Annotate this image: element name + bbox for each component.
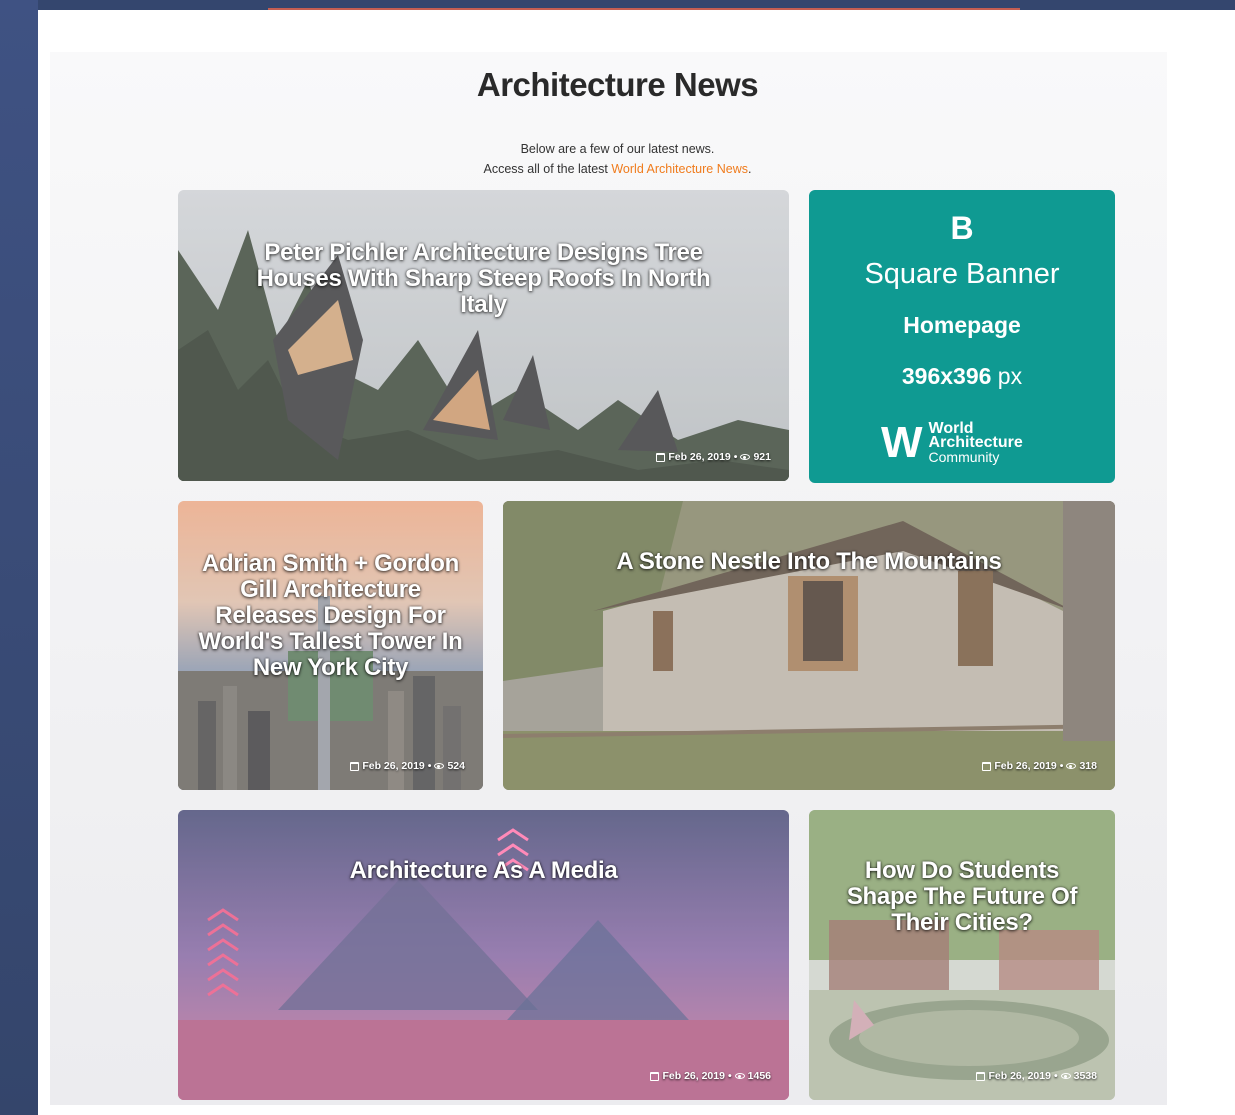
article-views: 1456 xyxy=(747,1070,771,1082)
article-meta: Feb 26, 2019 • 318 xyxy=(982,760,1097,772)
image-overlay xyxy=(503,501,1115,790)
image-overlay xyxy=(809,810,1115,1100)
article-date: Feb 26, 2019 xyxy=(362,760,425,772)
banner-size-unit: px xyxy=(991,363,1023,389)
article-title[interactable]: A Stone Nestle Into The Mountains xyxy=(521,549,1097,575)
article-meta: Feb 26, 2019 • 921 xyxy=(656,451,771,463)
world-architecture-news-link[interactable]: World Architecture News xyxy=(611,162,748,176)
article-date: Feb 26, 2019 xyxy=(668,451,731,463)
banner-title: Square Banner xyxy=(864,258,1060,290)
meta-separator: • xyxy=(427,760,432,772)
news-card-stone-nestle[interactable]: A Stone Nestle Into The Mountains Feb 26… xyxy=(503,501,1115,790)
image-overlay xyxy=(178,810,789,1100)
calendar-icon xyxy=(350,761,360,771)
article-meta: Feb 26, 2019 • 1456 xyxy=(650,1070,771,1082)
wac-mark: W xyxy=(881,418,922,467)
article-views: 3538 xyxy=(1073,1070,1097,1082)
article-views: 524 xyxy=(447,760,465,772)
eye-icon xyxy=(1066,763,1077,769)
meta-separator: • xyxy=(1053,1070,1058,1082)
banner-size: 396x396 px xyxy=(809,363,1115,390)
meta-separator: • xyxy=(1059,760,1064,772)
eye-icon xyxy=(434,763,445,769)
banner-page: Homepage xyxy=(903,312,1021,338)
calendar-icon xyxy=(650,1071,660,1081)
banner-size-value: 396x396 xyxy=(901,363,992,389)
eye-icon xyxy=(734,1073,745,1079)
article-title[interactable]: Architecture As A Media xyxy=(196,858,771,884)
article-date: Feb 26, 2019 xyxy=(988,1070,1051,1082)
wac-line-3: Community xyxy=(928,449,1000,465)
meta-separator: • xyxy=(733,451,738,463)
intro-suffix: . xyxy=(747,162,752,176)
article-meta: Feb 26, 2019 • 3538 xyxy=(976,1070,1097,1082)
section-title: Architecture News xyxy=(476,66,759,103)
eye-icon xyxy=(1060,1073,1071,1079)
meta-separator: • xyxy=(727,1070,732,1082)
news-card-students-cities[interactable]: How Do Students Shape The Future Of Thei… xyxy=(809,810,1115,1100)
calendar-icon xyxy=(976,1071,986,1081)
article-title[interactable]: How Do Students Shape The Future Of Thei… xyxy=(833,858,1091,936)
article-title[interactable]: Peter Pichler Architecture Designs Tree … xyxy=(233,240,734,318)
article-views: 921 xyxy=(753,451,771,463)
calendar-icon xyxy=(656,452,666,462)
news-card-architecture-media[interactable]: Architecture As A Media Feb 26, 2019 • 1… xyxy=(178,810,789,1100)
wac-wordmark: World Architecture Community xyxy=(928,421,1023,465)
world-architecture-community-logo: W World Architecture Community xyxy=(881,418,1023,467)
calendar-icon xyxy=(982,761,992,771)
news-card-tallest-tower[interactable]: Adrian Smith + Gordon Gill Architecture … xyxy=(178,501,483,790)
article-title[interactable]: Adrian Smith + Gordon Gill Architecture … xyxy=(192,551,469,681)
square-banner-ad[interactable]: B Square Banner Homepage 396x396 px W Wo… xyxy=(809,190,1115,483)
banner-logo: B xyxy=(950,210,974,246)
article-views: 318 xyxy=(1079,760,1097,772)
intro-line-2: Access all of the latest World Architect… xyxy=(0,162,1235,176)
wac-line-2: Architecture xyxy=(928,434,1023,451)
intro-prefix: Access all of the latest xyxy=(483,162,612,176)
intro-line-1: Below are a few of our latest news. xyxy=(520,142,715,156)
news-card-tree-houses[interactable]: Peter Pichler Architecture Designs Tree … xyxy=(178,190,789,481)
image-overlay xyxy=(178,190,789,481)
article-date: Feb 26, 2019 xyxy=(994,760,1057,772)
article-meta: Feb 26, 2019 • 524 xyxy=(350,760,465,772)
eye-icon xyxy=(740,454,751,460)
article-date: Feb 26, 2019 xyxy=(662,1070,725,1082)
